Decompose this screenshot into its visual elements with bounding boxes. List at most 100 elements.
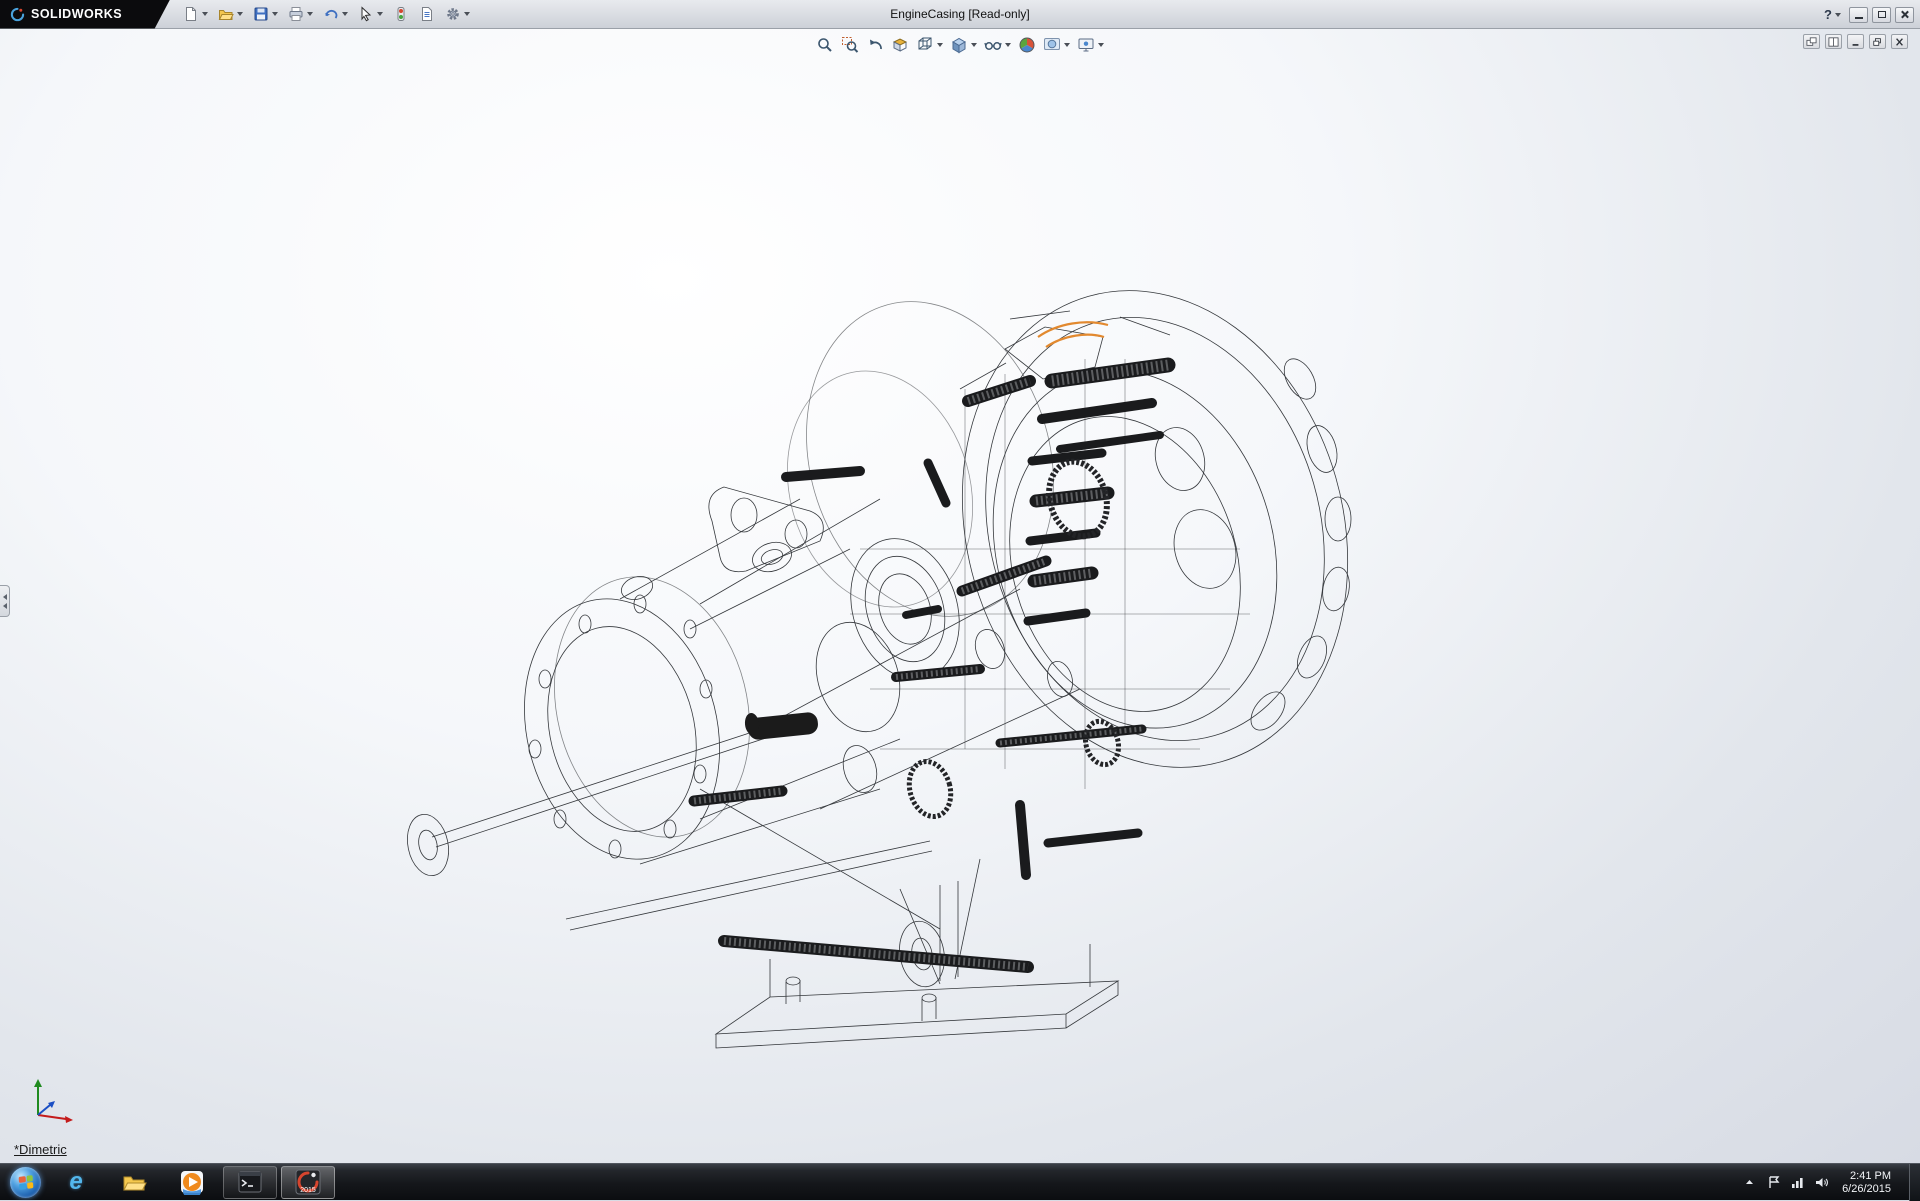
help-dropdown-icon[interactable] <box>1835 13 1841 17</box>
clock-time: 2:41 PM <box>1842 1170 1891 1183</box>
hide-show-dropdown-icon[interactable] <box>1005 43 1011 47</box>
close-icon <box>1900 10 1909 19</box>
network-icon[interactable] <box>1790 1175 1805 1190</box>
select-dropdown-icon[interactable] <box>377 12 383 16</box>
graphics-area[interactable]: *Dimetric <box>0 29 1920 1163</box>
zoom-to-fit-button[interactable] <box>814 34 836 56</box>
options-dropdown-icon[interactable] <box>464 12 470 16</box>
apply-scene-button[interactable] <box>1041 34 1072 56</box>
section-view-icon <box>891 36 909 54</box>
taskbar-apps: e 2015 <box>49 1166 335 1199</box>
display-style-button[interactable] <box>948 34 979 56</box>
expand-panel-icon <box>3 594 7 600</box>
open-button[interactable] <box>215 4 246 24</box>
zoom-to-fit-icon <box>816 36 834 54</box>
close-button[interactable] <box>1895 7 1914 23</box>
solidworks-app-icon: 2015 <box>295 1169 321 1195</box>
display-style-icon <box>950 36 968 54</box>
undo-dropdown-icon[interactable] <box>342 12 348 16</box>
rebuild-button[interactable] <box>390 4 412 24</box>
view-settings-button[interactable] <box>1075 34 1106 56</box>
apply-scene-icon <box>1043 36 1061 54</box>
file-explorer-icon <box>121 1169 147 1195</box>
dassault-logo-icon <box>10 7 25 22</box>
view-orientation-dropdown-icon[interactable] <box>937 43 943 47</box>
standard-toolbar <box>180 4 473 24</box>
doc-restore-button[interactable] <box>1869 34 1886 49</box>
restore-icon <box>1878 11 1886 18</box>
dark-cylinder <box>744 711 819 740</box>
zoom-to-area-icon <box>841 36 859 54</box>
restore-button[interactable] <box>1872 7 1891 23</box>
undo-button[interactable] <box>320 4 351 24</box>
section-view-button[interactable] <box>889 34 911 56</box>
solidworks-app-button[interactable]: 2015 <box>281 1166 335 1199</box>
print-icon <box>288 6 304 22</box>
file-explorer-button[interactable] <box>107 1166 161 1199</box>
apply-scene-dropdown-icon[interactable] <box>1064 43 1070 47</box>
new-dropdown-icon[interactable] <box>202 12 208 16</box>
tile-windows-button[interactable] <box>1825 34 1842 49</box>
media-player-icon <box>179 1169 205 1195</box>
print-button[interactable] <box>285 4 316 24</box>
open-icon <box>218 6 234 22</box>
select-cursor-icon <box>358 6 374 22</box>
action-center-icon[interactable] <box>1766 1175 1781 1190</box>
file-properties-button[interactable] <box>416 4 438 24</box>
hidden-icons-arrow[interactable] <box>1742 1175 1757 1190</box>
system-tray: 2:41 PM 6/26/2015 <box>1742 1164 1920 1201</box>
taskbar: e 2015 2:41 PM 6/ <box>0 1163 1920 1200</box>
doc-close-icon <box>1894 37 1905 47</box>
options-gear-icon <box>445 6 461 22</box>
engine-casing-wireframe-model[interactable] <box>0 29 1920 1163</box>
select-button[interactable] <box>355 4 386 24</box>
show-desktop-button[interactable] <box>1909 1164 1920 1201</box>
internet-explorer-button[interactable]: e <box>49 1166 103 1199</box>
save-button[interactable] <box>250 4 281 24</box>
minimize-button[interactable] <box>1849 7 1868 23</box>
expand-panel-icon <box>3 603 7 609</box>
open-dropdown-icon[interactable] <box>237 12 243 16</box>
media-player-button[interactable] <box>165 1166 219 1199</box>
highlighted-edges <box>1038 322 1108 347</box>
internet-explorer-icon: e <box>69 1169 82 1195</box>
save-dropdown-icon[interactable] <box>272 12 278 16</box>
view-settings-dropdown-icon[interactable] <box>1098 43 1104 47</box>
titlebar: SOLIDWORKS <box>0 0 1920 29</box>
edit-appearance-button[interactable] <box>1016 34 1038 56</box>
cascade-windows-icon <box>1806 37 1817 47</box>
new-file-icon <box>183 6 199 22</box>
taskbar-clock[interactable]: 2:41 PM 6/26/2015 <box>1842 1170 1891 1196</box>
zoom-to-area-button[interactable] <box>839 34 861 56</box>
start-button[interactable] <box>10 1167 41 1198</box>
solidworks-version-badge: 2015 <box>295 1187 321 1194</box>
volume-icon[interactable] <box>1814 1175 1829 1190</box>
doc-restore-icon <box>1872 37 1883 47</box>
display-style-dropdown-icon[interactable] <box>971 43 977 47</box>
rebuild-icon <box>393 6 409 22</box>
edit-appearance-icon <box>1018 36 1036 54</box>
command-prompt-button[interactable] <box>223 1166 277 1199</box>
file-properties-icon <box>419 6 435 22</box>
cascade-windows-button[interactable] <box>1803 34 1820 49</box>
window-title: EngineCasing [Read-only] <box>890 0 1029 29</box>
hide-show-items-button[interactable] <box>982 34 1013 56</box>
windows-flag-icon <box>18 1175 33 1190</box>
window-controls: ? <box>1820 0 1914 29</box>
help-button[interactable]: ? <box>1820 6 1845 23</box>
doc-close-button[interactable] <box>1891 34 1908 49</box>
solidworks-logo: SOLIDWORKS <box>0 0 170 29</box>
command-prompt-icon <box>237 1169 263 1195</box>
print-dropdown-icon[interactable] <box>307 12 313 16</box>
view-orientation-label: *Dimetric <box>14 1142 67 1157</box>
doc-minimize-button[interactable] <box>1847 34 1864 49</box>
heads-up-view-toolbar <box>810 33 1110 57</box>
featuremanager-collapsed-tab[interactable] <box>0 585 10 617</box>
minimize-icon <box>1855 17 1863 19</box>
previous-view-button[interactable] <box>864 34 886 56</box>
document-window-controls <box>1803 34 1908 49</box>
save-icon <box>253 6 269 22</box>
new-button[interactable] <box>180 4 211 24</box>
options-button[interactable] <box>442 4 473 24</box>
view-orientation-button[interactable] <box>914 34 945 56</box>
